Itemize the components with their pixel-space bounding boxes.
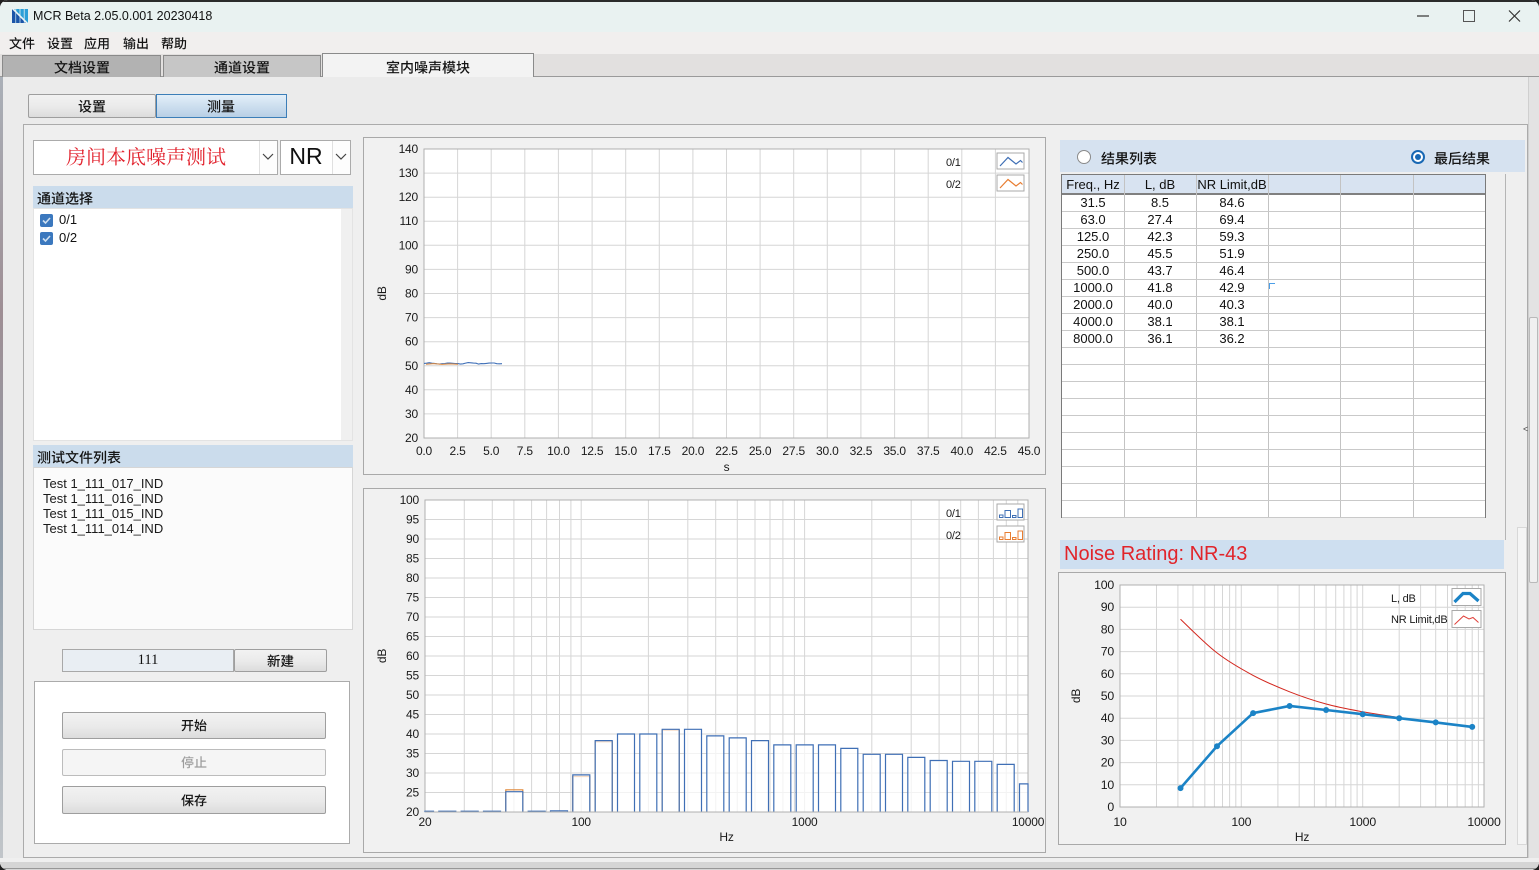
svg-text:s: s [724, 460, 730, 474]
svg-text:70: 70 [405, 311, 418, 325]
svg-text:20: 20 [405, 431, 418, 445]
svg-text:2.5: 2.5 [450, 444, 467, 458]
svg-text:40: 40 [406, 727, 419, 741]
svg-text:40: 40 [405, 383, 418, 397]
svg-text:25: 25 [406, 786, 419, 800]
svg-text:0/2: 0/2 [946, 179, 961, 191]
svg-text:5.0: 5.0 [483, 444, 500, 458]
svg-text:110: 110 [399, 214, 418, 228]
svg-text:20: 20 [1101, 756, 1115, 770]
svg-text:60: 60 [406, 649, 419, 663]
svg-text:45.0: 45.0 [1018, 444, 1041, 458]
svg-text:Hz: Hz [719, 830, 733, 844]
svg-text:10.0: 10.0 [547, 444, 570, 458]
svg-text:70: 70 [1101, 645, 1115, 659]
svg-text:25.0: 25.0 [749, 444, 772, 458]
svg-text:10: 10 [1101, 778, 1115, 792]
svg-text:42.5: 42.5 [984, 444, 1007, 458]
svg-text:35.0: 35.0 [883, 444, 906, 458]
svg-text:35: 35 [406, 747, 419, 761]
svg-text:0/1: 0/1 [946, 157, 961, 169]
svg-text:130: 130 [399, 166, 419, 180]
svg-text:90: 90 [405, 262, 418, 276]
svg-text:100: 100 [1094, 578, 1114, 592]
svg-text:60: 60 [405, 335, 418, 349]
svg-text:30: 30 [1101, 733, 1115, 747]
svg-text:100: 100 [399, 238, 419, 252]
svg-text:L, dB: L, dB [1391, 593, 1416, 605]
svg-text:100: 100 [1231, 815, 1251, 829]
svg-text:40.0: 40.0 [951, 444, 974, 458]
svg-text:15.0: 15.0 [614, 444, 637, 458]
svg-text:70: 70 [406, 610, 419, 624]
svg-text:75: 75 [406, 591, 419, 605]
svg-text:80: 80 [406, 571, 419, 585]
svg-text:120: 120 [399, 190, 419, 204]
svg-text:1000: 1000 [1349, 815, 1376, 829]
svg-text:dB: dB [1069, 689, 1083, 703]
svg-text:20: 20 [419, 815, 432, 829]
svg-text:0: 0 [1107, 800, 1114, 814]
svg-text:55: 55 [406, 669, 419, 683]
svg-text:100: 100 [400, 493, 420, 507]
svg-text:0/1: 0/1 [946, 508, 961, 520]
svg-text:90: 90 [406, 532, 419, 546]
svg-text:NR Limit,dB: NR Limit,dB [1391, 614, 1447, 626]
svg-text:30: 30 [405, 407, 418, 421]
svg-text:Hz: Hz [1295, 830, 1309, 844]
svg-text:17.5: 17.5 [648, 444, 671, 458]
svg-text:dB: dB [375, 286, 389, 300]
svg-text:50: 50 [405, 359, 418, 373]
svg-text:dB: dB [375, 649, 389, 663]
svg-text:27.5: 27.5 [782, 444, 805, 458]
svg-text:10: 10 [1113, 815, 1127, 829]
svg-text:1000: 1000 [792, 815, 818, 829]
svg-text:85: 85 [406, 552, 419, 566]
svg-text:60: 60 [1101, 667, 1115, 681]
svg-text:12.5: 12.5 [581, 444, 604, 458]
svg-text:90: 90 [1101, 600, 1115, 614]
svg-text:100: 100 [571, 815, 591, 829]
svg-text:10000: 10000 [1012, 815, 1045, 829]
svg-text:22.5: 22.5 [715, 444, 738, 458]
svg-text:95: 95 [406, 513, 419, 527]
svg-text:30.0: 30.0 [816, 444, 839, 458]
svg-text:20.0: 20.0 [682, 444, 705, 458]
svg-text:10000: 10000 [1467, 815, 1501, 829]
svg-text:45: 45 [406, 708, 419, 722]
svg-text:32.5: 32.5 [850, 444, 873, 458]
svg-text:20: 20 [406, 805, 419, 819]
svg-text:65: 65 [406, 630, 419, 644]
svg-text:80: 80 [405, 287, 418, 301]
svg-text:37.5: 37.5 [917, 444, 940, 458]
svg-text:0.0: 0.0 [416, 444, 433, 458]
svg-text:140: 140 [399, 142, 419, 156]
svg-text:50: 50 [406, 688, 419, 702]
svg-text:30: 30 [406, 766, 419, 780]
svg-text:40: 40 [1101, 711, 1115, 725]
svg-text:80: 80 [1101, 622, 1115, 636]
svg-text:7.5: 7.5 [517, 444, 534, 458]
svg-text:50: 50 [1101, 689, 1115, 703]
svg-text:0/2: 0/2 [946, 530, 961, 542]
